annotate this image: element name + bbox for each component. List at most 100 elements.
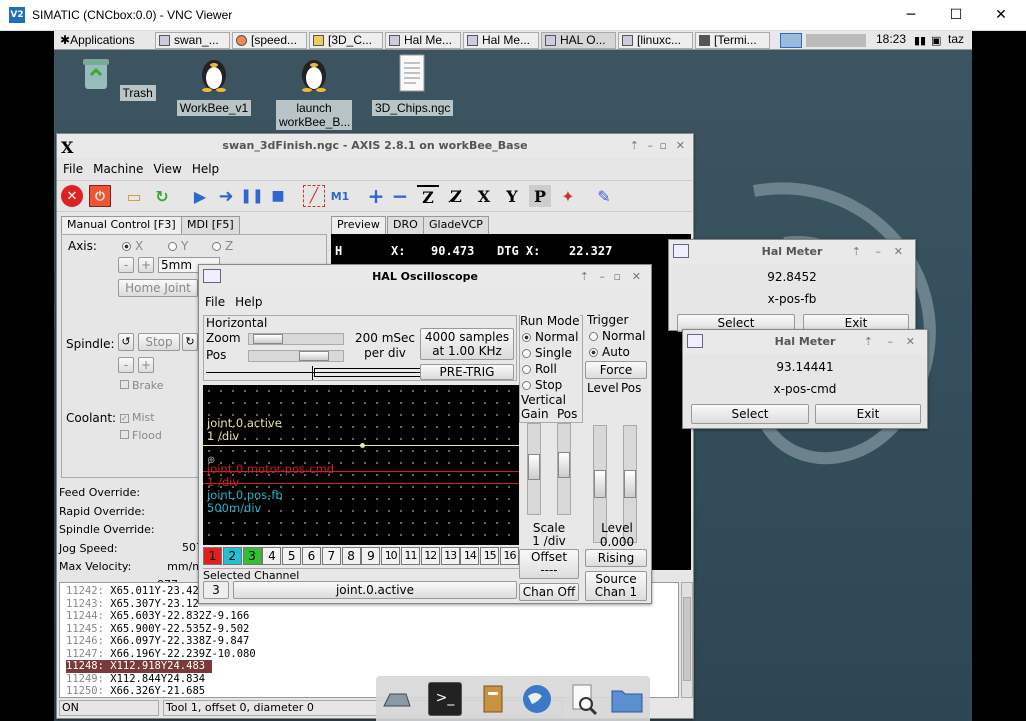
axis-minimize-button[interactable]: –	[648, 134, 654, 158]
vertical-pos-slider[interactable]	[557, 423, 571, 515]
channel-button-14[interactable]: 14	[460, 547, 480, 565]
channel-button-15[interactable]: 15	[480, 547, 500, 565]
power-icon[interactable]: ⏻	[89, 185, 111, 207]
applications-menu[interactable]: ✱Applications	[56, 32, 139, 49]
channel-button-5[interactable]: 5	[282, 547, 302, 565]
desktop-icon-launch-workbee[interactable]: launch workBee_B...	[274, 53, 354, 130]
channel-button-1[interactable]: 1	[203, 547, 222, 565]
folder-icon[interactable]	[610, 682, 644, 716]
web-browser-icon[interactable]	[520, 682, 554, 716]
chan-off-button[interactable]: Chan Off	[519, 583, 579, 601]
spindle-cw-icon[interactable]: ↻	[182, 333, 198, 351]
channel-button-3[interactable]: 3	[242, 547, 262, 565]
close-button[interactable]: ✕	[986, 4, 1016, 26]
block-delete-icon[interactable]: ╱	[303, 185, 325, 207]
samples-button[interactable]: 4000 samples at 1.00 KHz	[420, 328, 514, 360]
minimize-button[interactable]: ─	[896, 4, 926, 26]
step-icon[interactable]: ➜	[215, 185, 237, 207]
run-stop-radio[interactable]: Stop	[522, 378, 562, 392]
tab-preview[interactable]: Preview	[331, 216, 386, 234]
task-hal-oscilloscope[interactable]: HAL O...	[541, 32, 616, 49]
scope-minimize-button[interactable]: –	[600, 265, 606, 289]
show-desktop-icon[interactable]	[380, 682, 414, 716]
channel-button-4[interactable]: 4	[262, 547, 282, 565]
task-3d-chips[interactable]: [3D_C...	[309, 32, 383, 49]
app-finder-icon[interactable]	[566, 682, 600, 716]
vertical-pos-slider-knob[interactable]	[558, 452, 570, 478]
spindle-ccw-icon[interactable]: ↺	[118, 333, 134, 351]
axis-maximize-button[interactable]: ▫	[660, 134, 667, 158]
task-terminal[interactable]: [Termi...	[695, 32, 770, 49]
scope-maximize-button[interactable]: ▫	[614, 265, 621, 289]
scope-close-button[interactable]: ✕	[632, 265, 641, 289]
halmeter-2-select-button[interactable]: Select	[691, 404, 809, 424]
selected-channel-name[interactable]: joint.0.active	[233, 581, 517, 599]
menu-file[interactable]: File	[63, 162, 83, 176]
task-browser[interactable]: [speed...	[232, 32, 307, 49]
halmeter-1-raise-button[interactable]: ⇡	[852, 240, 861, 264]
force-button[interactable]: Force	[585, 361, 647, 379]
rotate-icon[interactable]: ✦	[557, 185, 579, 207]
flood-checkbox[interactable]: Flood	[120, 429, 162, 442]
scope-menu-help[interactable]: Help	[235, 295, 262, 309]
file-manager-icon[interactable]	[476, 682, 510, 716]
pos-slider[interactable]	[248, 350, 344, 362]
view-p-icon[interactable]: P	[529, 185, 551, 207]
axis-opt-x[interactable]: X	[122, 239, 143, 253]
run-icon[interactable]: ▶	[189, 185, 211, 207]
rising-button[interactable]: Rising	[585, 549, 647, 567]
spindle-minus-button[interactable]: -	[118, 357, 134, 373]
halmeter-1-close-button[interactable]: ✕	[894, 240, 903, 264]
channel-button-10[interactable]: 10	[381, 547, 401, 565]
clear-plot-icon[interactable]: ✎	[593, 185, 615, 207]
trigger-normal-radio[interactable]: Normal	[589, 329, 645, 343]
workspace-switcher[interactable]	[780, 33, 802, 48]
zoom-in-icon[interactable]: +	[365, 184, 387, 208]
reload-icon[interactable]: ↻	[151, 185, 173, 207]
channel-button-11[interactable]: 11	[401, 547, 420, 565]
code-scrollbar[interactable]	[681, 582, 693, 698]
gain-slider-knob[interactable]	[528, 454, 540, 480]
zoom-slider[interactable]	[248, 333, 344, 345]
scope-raise-button[interactable]: ⇡	[580, 265, 589, 289]
trigger-pos-slider-knob[interactable]	[624, 470, 636, 498]
channel-button-2[interactable]: 2	[222, 547, 242, 565]
task-halmeter-1[interactable]: Hal Me...	[385, 32, 461, 49]
run-normal-radio[interactable]: Normal	[522, 330, 578, 344]
tab-manual-control[interactable]: Manual Control [F3]	[61, 216, 182, 234]
optional-stop-icon[interactable]: M1	[329, 185, 351, 207]
pos-slider-knob[interactable]	[299, 351, 329, 361]
lock-icon[interactable]: ▣	[931, 34, 941, 47]
channel-button-8[interactable]: 8	[341, 547, 361, 565]
pretrig-button[interactable]: PRE-TRIG	[420, 364, 514, 380]
channel-button-13[interactable]: 13	[440, 547, 460, 565]
menu-machine[interactable]: Machine	[93, 162, 143, 176]
stop-icon[interactable]: ■	[267, 185, 289, 207]
axis-opt-z[interactable]: Z	[212, 239, 233, 253]
tab-mdi[interactable]: MDI [F5]	[181, 216, 240, 234]
halmeter-2-exit-button[interactable]: Exit	[815, 404, 921, 424]
source-button[interactable]: Source Chan 1	[585, 571, 647, 601]
mist-checkbox[interactable]: ✓ Mist	[120, 411, 155, 424]
workspace-pager[interactable]	[806, 34, 866, 47]
task-linuxcnc[interactable]: [linuxc...	[618, 32, 693, 49]
run-single-radio[interactable]: Single	[522, 346, 572, 360]
gain-slider[interactable]	[527, 423, 541, 515]
menu-view[interactable]: View	[153, 162, 181, 176]
terminal-icon[interactable]: >_	[428, 682, 462, 716]
brake-checkbox[interactable]: Brake	[120, 379, 164, 392]
task-halmeter-2[interactable]: Hal Me...	[463, 32, 539, 49]
task-axis[interactable]: swan_...	[155, 32, 230, 49]
view-z-icon[interactable]: Z	[417, 185, 439, 207]
halmeter-1-minimize-button[interactable]: –	[876, 240, 882, 264]
zoom-out-icon[interactable]: −	[389, 184, 411, 208]
network-icon[interactable]: ▮▮	[914, 34, 926, 47]
channel-button-9[interactable]: 9	[361, 547, 381, 565]
spindle-stop-button[interactable]: Stop	[138, 333, 180, 351]
channel-button-6[interactable]: 6	[302, 547, 321, 565]
halmeter-2-raise-button[interactable]: ⇡	[864, 330, 873, 354]
desktop-icon-3d-chips[interactable]: 3D_Chips.ngc	[372, 53, 454, 116]
view-x-icon[interactable]: X	[473, 185, 495, 207]
channel-button-16[interactable]: 16	[500, 547, 519, 565]
pause-icon[interactable]: ❚❚	[240, 185, 263, 207]
